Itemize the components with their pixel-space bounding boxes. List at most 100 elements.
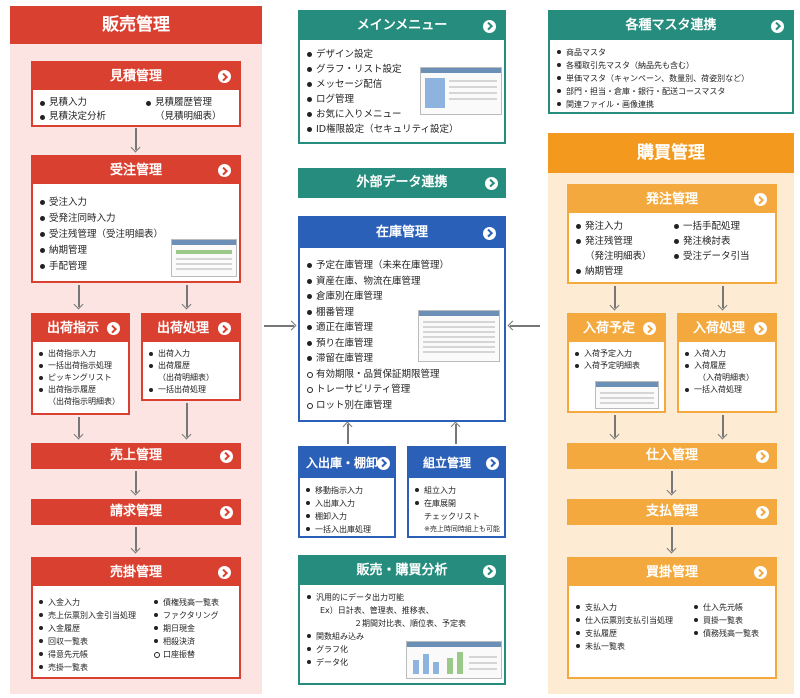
- chevron-right-icon: [485, 176, 498, 190]
- list-item[interactable]: 口座振替: [153, 648, 219, 661]
- list-item[interactable]: 各種取引先マスタ（納品先も含む）: [556, 59, 749, 72]
- list-item[interactable]: 汎用的にデータ出力可能: [306, 591, 466, 604]
- list-item[interactable]: トレーサビリティ管理: [306, 382, 449, 398]
- po-header[interactable]: 発注管理: [569, 186, 775, 213]
- list-item[interactable]: 入金入力: [38, 596, 136, 609]
- list-item[interactable]: 一括手配処理: [673, 219, 750, 234]
- list-item[interactable]: 受注データ引当: [673, 249, 750, 264]
- main-menu-card: メインメニュー デザイン設定 グラフ・リスト設定 メッセージ配信 ログ管理 お気…: [298, 10, 506, 144]
- list-item[interactable]: 売掛一覧表: [38, 661, 136, 674]
- list-item[interactable]: 商品マスタ: [556, 46, 749, 59]
- list-item[interactable]: 受発注同時入力: [39, 211, 163, 227]
- list-item[interactable]: 仕入先元帳: [693, 601, 759, 614]
- external-data-button[interactable]: 外部データ連携: [298, 168, 506, 198]
- inout-header[interactable]: 入出庫・棚卸: [300, 448, 394, 478]
- list-item[interactable]: 得意先元帳: [38, 648, 136, 661]
- list-item[interactable]: 在庫展開: [414, 497, 480, 510]
- list-item[interactable]: 納期管理: [575, 264, 652, 279]
- list-item[interactable]: 見積履歴管理: [145, 96, 222, 110]
- list-item[interactable]: 相殺決済: [153, 635, 219, 648]
- main-menu-title: メインメニュー: [356, 18, 448, 33]
- list-item[interactable]: ID権限設定（セキュリティ設定）: [306, 122, 459, 137]
- list-item[interactable]: 債権残高一覧表: [153, 596, 219, 609]
- estimate-title: 見積管理: [109, 69, 162, 84]
- estimate-list-left: 見積入力 見積決定分析: [39, 96, 106, 124]
- list-item[interactable]: 買掛一覧表: [693, 614, 759, 627]
- ship-instruction-card: 出荷指示 出荷指示入力 一括出荷指示処理 ピッキングリスト 出荷指示履歴 （出荷…: [31, 313, 130, 415]
- analysis-title: 販売・購買分析: [356, 563, 448, 578]
- receivable-title: 売掛管理: [109, 565, 162, 580]
- list-item[interactable]: 一括入出庫処理: [305, 523, 371, 536]
- arrow-up: [455, 424, 457, 444]
- list-item[interactable]: 手配管理: [39, 259, 163, 275]
- payable-header[interactable]: 買掛管理: [569, 559, 775, 586]
- list-item[interactable]: 未払一覧表: [575, 640, 673, 653]
- list-item[interactable]: 仕入伝票別支払引当処理: [575, 614, 673, 627]
- assembly-title: 組立管理: [423, 456, 472, 470]
- list-item[interactable]: 支払入力: [575, 601, 673, 614]
- arrival-process-header[interactable]: 入荷処理: [679, 315, 775, 342]
- list-item[interactable]: 一括出荷指示処理: [38, 360, 120, 372]
- estimate-header[interactable]: 見積管理: [33, 63, 239, 90]
- receivable-card: 売掛管理 入金入力 売上伝票別入金引当処理 入金履歴 回収一覧表 得意先元帳 売…: [31, 557, 241, 679]
- list-item[interactable]: 入荷履歴: [684, 360, 754, 372]
- list-item[interactable]: 発注検討表: [673, 234, 750, 249]
- list-item[interactable]: 入荷予定入力: [574, 348, 640, 360]
- ship-instruction-header[interactable]: 出荷指示: [33, 315, 128, 342]
- list-item[interactable]: 出荷指示入力: [38, 348, 120, 360]
- sales-management-title: 売上管理: [109, 448, 162, 463]
- list-item[interactable]: 予定在庫管理（未来在庫管理）: [306, 258, 449, 274]
- list-item[interactable]: 単価マスタ（キャンペーン、数量別、荷姿別など）: [556, 72, 749, 85]
- arrow-down: [671, 471, 673, 493]
- list-item[interactable]: 出荷履歴: [148, 360, 214, 372]
- inventory-header[interactable]: 在庫管理: [300, 218, 504, 248]
- list-item[interactable]: 見積決定分析: [39, 110, 106, 124]
- list-item[interactable]: 関連ファイル・画像連携: [556, 98, 749, 111]
- master-header[interactable]: 各種マスタ連携: [550, 12, 792, 40]
- stock-in-button[interactable]: 仕入管理: [567, 443, 777, 469]
- list-item[interactable]: 組立入力: [414, 484, 480, 497]
- list-item[interactable]: 倉庫別在庫管理: [306, 289, 449, 305]
- list-item[interactable]: 納期管理: [39, 243, 163, 259]
- list-item[interactable]: 受注入力: [39, 195, 163, 211]
- sales-management-button[interactable]: 売上管理: [31, 443, 241, 469]
- list-item[interactable]: 出荷指示履歴: [38, 384, 120, 396]
- list-item[interactable]: 発注残管理: [575, 234, 652, 249]
- list-item-continued: （発注明細表）: [585, 251, 652, 262]
- list-item[interactable]: 移動指示入力: [305, 484, 371, 497]
- list-item[interactable]: 一括出荷処理: [148, 384, 214, 396]
- list-item[interactable]: ロット別在庫管理: [306, 398, 449, 414]
- list-item[interactable]: 発注入力: [575, 219, 652, 234]
- list-item[interactable]: 資産在庫、物流在庫管理: [306, 274, 449, 290]
- list-item[interactable]: 債務残高一覧表: [693, 627, 759, 640]
- assembly-header[interactable]: 組立管理: [409, 448, 504, 478]
- list-item[interactable]: 有効期限・品質保証期限管理: [306, 367, 449, 383]
- list-item[interactable]: 出荷入力: [148, 348, 214, 360]
- receivable-header[interactable]: 売掛管理: [33, 559, 239, 586]
- list-item[interactable]: 回収一覧表: [38, 635, 136, 648]
- list-item[interactable]: 部門・担当・倉庫・銀行・配送コースマスタ: [556, 85, 749, 98]
- payment-button[interactable]: 支払管理: [567, 499, 777, 525]
- list-item[interactable]: 入荷入力: [684, 348, 754, 360]
- analysis-header[interactable]: 販売・購買分析: [300, 557, 504, 585]
- list-item[interactable]: デザイン設定: [306, 47, 459, 62]
- ship-process-header[interactable]: 出荷処理: [143, 315, 239, 342]
- arrow-down: [135, 471, 137, 493]
- billing-button[interactable]: 請求管理: [31, 499, 241, 525]
- list-item[interactable]: 見積入力: [39, 96, 106, 110]
- arrival-plan-header[interactable]: 入荷予定: [569, 315, 664, 342]
- list-item[interactable]: 棚卸入力: [305, 510, 371, 523]
- list-item[interactable]: 期日現金: [153, 622, 219, 635]
- main-menu-header[interactable]: メインメニュー: [300, 12, 504, 40]
- list-item[interactable]: 入金履歴: [38, 622, 136, 635]
- list-item[interactable]: 支払履歴: [575, 627, 673, 640]
- list-item[interactable]: 売上伝票別入金引当処理: [38, 609, 136, 622]
- list-item[interactable]: 一括入荷処理: [684, 384, 754, 396]
- list-item[interactable]: ファクタリング: [153, 609, 219, 622]
- menu-screenshot-thumbnail: [420, 67, 502, 115]
- list-item[interactable]: 入荷予定明細表: [574, 360, 640, 372]
- list-item[interactable]: 受注残管理（受注明細表）: [39, 227, 163, 243]
- order-header[interactable]: 受注管理: [33, 157, 239, 184]
- list-item[interactable]: ピッキングリスト: [38, 372, 120, 384]
- list-item[interactable]: 入出庫入力: [305, 497, 371, 510]
